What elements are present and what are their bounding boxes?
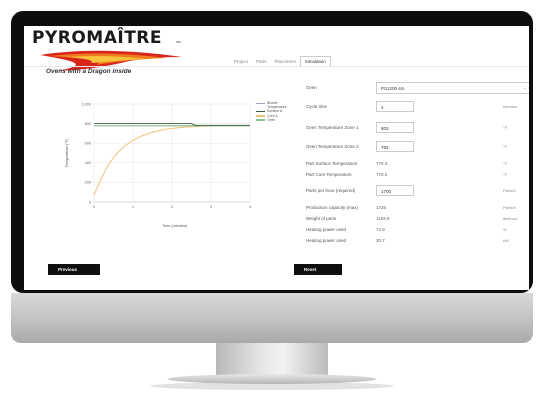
legend-swatch: [256, 102, 265, 104]
monitor-stand-base: [168, 374, 376, 384]
chart-legend: Blower Temperature Surface A Core A Oven: [256, 101, 295, 122]
zone1-unit: °F: [503, 125, 508, 130]
temperature-chart: 0 200 400 600 800 1,000 0 1 2 3 4 Temperature (°F): [65, 102, 251, 209]
legend-item[interactable]: Oven: [256, 118, 295, 122]
chart-y-axis-label: Temperature (°F): [65, 138, 69, 167]
legend-label: Blower Temperature: [267, 101, 287, 110]
zone2-input[interactable]: 783: [376, 141, 414, 152]
y-tick-label: 200: [85, 181, 91, 185]
zone1-label: Oven Temperature Zone 1: [306, 125, 359, 130]
x-tick-label: 0: [93, 205, 95, 209]
cycle-time-unit: minutes: [503, 104, 518, 109]
parts-per-hour-unit: Parts/h: [503, 188, 516, 193]
legend-swatch: [256, 115, 265, 117]
heating-kw-value: 30.7: [376, 238, 385, 243]
brand-inc: INC.: [176, 40, 182, 44]
oven-select-value: PS1200 4m: [381, 86, 405, 91]
chevron-down-icon: ⌄: [522, 85, 527, 91]
core-temp-label: Part Core Temperature: [306, 172, 352, 177]
previous-button[interactable]: Previous: [48, 264, 100, 275]
y-tick-label: 0: [89, 200, 91, 204]
x-tick-label: 2: [171, 205, 173, 209]
x-tick-label: 4: [249, 205, 251, 209]
zone2-label: Oven Temperature Zone 2: [306, 144, 359, 149]
y-tick-label: 400: [85, 161, 91, 165]
core-temp-unit: °F: [503, 172, 508, 177]
y-tick-label: 800: [85, 122, 91, 126]
oven-select[interactable]: PS1200 4m ⌄: [376, 82, 529, 94]
legend-item[interactable]: Blower Temperature: [256, 101, 295, 109]
chart-x-axis-label: Time (minutes): [162, 224, 188, 228]
parts-per-hour-label: Parts per hour (required): [306, 188, 356, 193]
x-tick-label: 3: [210, 205, 212, 209]
x-tick-label: 1: [132, 205, 134, 209]
monitor-stand-neck: [216, 343, 328, 376]
zone2-unit: °F: [503, 144, 508, 149]
core-temp-value: 776.2: [376, 172, 388, 177]
legend-swatch: [256, 119, 265, 121]
monitor-chin: [11, 293, 533, 343]
heating-kw-label: Heating power used: [306, 238, 347, 243]
parts-per-hour-input[interactable]: 1700: [376, 185, 414, 196]
legend-label: Oven: [267, 117, 276, 122]
cycle-time-label: Cycle time: [306, 104, 328, 109]
legend-swatch: [256, 111, 265, 113]
y-tick-label: 600: [85, 142, 91, 146]
heating-kw-unit: kW: [503, 238, 509, 243]
zone1-input[interactable]: 803: [376, 122, 414, 133]
app-screen: PYROMAÎTRE INC. Ovens with a Dragon insi…: [24, 26, 529, 290]
y-tick-label: 1,000: [81, 102, 91, 106]
cycle-time-input[interactable]: 4: [376, 101, 414, 112]
brand-logo[interactable]: PYROMAÎTRE: [32, 28, 162, 48]
reset-button[interactable]: Reset: [294, 264, 342, 275]
brand-tagline: Ovens with a Dragon inside: [46, 68, 132, 75]
oven-label: Oven: [306, 85, 317, 90]
header-divider: [24, 66, 529, 67]
